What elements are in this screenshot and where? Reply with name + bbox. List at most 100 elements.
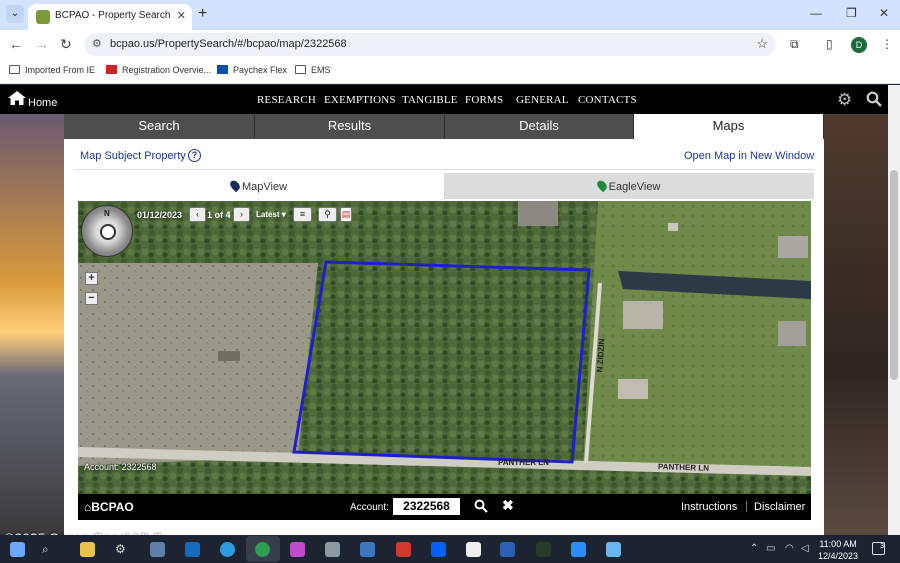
paint-icon[interactable]: [325, 542, 340, 557]
previous-image-button[interactable]: ‹: [189, 207, 206, 222]
forward-arrow-icon[interactable]: →: [35, 36, 49, 52]
zoom-in-button[interactable]: +: [85, 272, 98, 285]
account-input[interactable]: [393, 498, 460, 515]
wifi-icon[interactable]: ◠: [785, 543, 794, 554]
sunset-background-image: [0, 114, 64, 535]
chrome-icon[interactable]: [255, 542, 270, 557]
menu-kebab-icon[interactable]: ⋮: [881, 37, 893, 51]
help-app-icon[interactable]: [536, 542, 551, 557]
settings-gear-icon[interactable]: ⚙: [837, 90, 852, 110]
tab-search-icon[interactable]: ⌄: [6, 5, 24, 23]
browser-tab[interactable]: BCPAO - Property Search ✕: [28, 4, 192, 30]
new-tab-button[interactable]: +: [198, 5, 207, 23]
property-tabs: Search Results Details Maps: [64, 114, 824, 139]
street-label: PANTHER LN: [498, 458, 549, 467]
disclaimer-link[interactable]: Disclaimer: [754, 501, 805, 513]
background-image-right: [824, 114, 888, 535]
home-icon[interactable]: [8, 91, 26, 105]
bookmark-imported-from-ie[interactable]: Imported From IE: [9, 65, 95, 75]
instructions-link[interactable]: Instructions: [681, 501, 737, 513]
clear-close-icon[interactable]: ✖: [502, 497, 514, 514]
clock-time: 11:00 AM: [819, 539, 857, 549]
map-subject-property-link[interactable]: Map Subject Property: [80, 150, 186, 162]
notification-icon[interactable]: 3: [872, 542, 885, 555]
file-explorer-icon[interactable]: [80, 542, 95, 557]
nav-tangible[interactable]: TANGIBLE: [402, 94, 458, 106]
nav-forms[interactable]: FORMS: [465, 94, 503, 106]
edge-icon[interactable]: [220, 542, 235, 557]
map-account-label: Account: 2322568: [84, 462, 157, 472]
site-navbar: Home RESEARCH EXEMPTIONS TANGIBLE FORMS …: [0, 85, 888, 114]
address-bar[interactable]: ⚙ bcpao.us/PropertySearch/#/bcpao/map/23…: [84, 33, 776, 56]
taskbar-clock[interactable]: 11:00 AM 12/4/2023: [818, 538, 858, 562]
word-icon[interactable]: [500, 542, 515, 557]
nav-contacts[interactable]: CONTACTS: [578, 94, 637, 106]
eagleview-map[interactable]: N + − 01/12/2023 ‹ 1 of 4 › Latest ▾ ≡ ⚲…: [78, 201, 811, 520]
nav-research[interactable]: RESEARCH: [257, 94, 316, 106]
back-arrow-icon[interactable]: ←: [9, 36, 23, 52]
site-search-icon[interactable]: [866, 91, 882, 107]
pdf-export-icon[interactable]: ▤: [340, 207, 352, 222]
open-map-new-window-link[interactable]: Open Map in New Window: [684, 150, 814, 162]
scrollbar-thumb[interactable]: [890, 170, 898, 380]
zoom-icon[interactable]: [571, 542, 586, 557]
window-close-icon[interactable]: ✕: [879, 6, 889, 20]
next-image-button[interactable]: ›: [233, 207, 250, 222]
help-question-icon[interactable]: ?: [188, 149, 201, 162]
profile-avatar[interactable]: D: [851, 37, 867, 53]
bookmark-paychex-flex[interactable]: Paychex Flex: [217, 65, 287, 75]
map-pin-icon: [594, 178, 609, 193]
bookmark-registration-overview[interactable]: Registration Overvie...: [106, 65, 211, 75]
windows-taskbar: ⌕ ⚙ ⌃ ▭ ◠ ◁ 11:00 AM 12/4/2023 3: [0, 535, 900, 563]
bookmark-star-icon[interactable]: ☆: [756, 36, 768, 52]
compass-n-label: N: [104, 209, 110, 218]
image-page-indicator: 1 of 4: [207, 210, 231, 220]
compass-center-icon[interactable]: [100, 224, 116, 240]
bookmark-ems[interactable]: EMS: [295, 65, 331, 75]
extensions-icon[interactable]: ⧉: [790, 37, 799, 52]
restore-icon[interactable]: ❐: [846, 6, 857, 20]
network-app-icon[interactable]: [360, 542, 375, 557]
zoom-out-button[interactable]: −: [85, 292, 98, 305]
taskbar-app-icon[interactable]: [150, 542, 165, 557]
aerial-imagery[interactable]: [78, 201, 811, 494]
url-text[interactable]: bcpao.us/PropertySearch/#/bcpao/map/2322…: [110, 38, 347, 50]
outlook-icon[interactable]: [185, 542, 200, 557]
tab-results[interactable]: Results: [255, 114, 445, 139]
tab-search[interactable]: Search: [64, 114, 255, 139]
folder-icon: [295, 65, 306, 74]
battery-icon[interactable]: ▭: [766, 543, 775, 554]
site-info-icon[interactable]: ⚙: [92, 37, 102, 50]
tab-mapview[interactable]: MapView: [74, 173, 444, 199]
tray-chevron-icon[interactable]: ⌃: [750, 543, 758, 554]
acrobat-icon[interactable]: [396, 542, 411, 557]
tab-details[interactable]: Details: [445, 114, 634, 139]
layers-icon[interactable]: ≡: [293, 207, 312, 222]
minimize-icon[interactable]: —: [810, 6, 822, 20]
folder-icon: [9, 65, 20, 74]
nav-exemptions[interactable]: EXEMPTIONS: [324, 94, 396, 106]
cloud-app-icon[interactable]: [606, 542, 621, 557]
tab-maps[interactable]: Maps: [634, 114, 824, 139]
tab-close-icon[interactable]: ✕: [177, 9, 186, 22]
home-link[interactable]: Home: [28, 97, 57, 109]
nav-general[interactable]: GENERAL: [516, 94, 569, 106]
volume-icon[interactable]: ◁: [801, 543, 809, 554]
divider: [74, 169, 814, 170]
location-marker-icon[interactable]: ⚲: [318, 207, 337, 222]
latest-dropdown[interactable]: Latest ▾: [256, 210, 286, 219]
tab-eagleview[interactable]: EagleView: [444, 173, 814, 199]
imagery-date: 01/12/2023: [137, 210, 183, 220]
photos-icon[interactable]: [290, 542, 305, 557]
taskbar-search-icon[interactable]: ⌕: [42, 542, 57, 557]
reload-icon[interactable]: ↻: [60, 36, 72, 53]
dropbox-icon[interactable]: [431, 542, 446, 557]
settings-icon[interactable]: ⚙: [115, 542, 130, 557]
windows-start-icon[interactable]: [10, 542, 25, 557]
notepad-icon[interactable]: [466, 542, 481, 557]
account-search-icon[interactable]: [474, 499, 488, 513]
compass-rotate-control[interactable]: N: [81, 205, 133, 257]
browser-tabstrip: ⌄ BCPAO - Property Search ✕ + — ❐ ✕: [0, 0, 900, 30]
side-panel-icon[interactable]: ▯: [826, 37, 833, 51]
street-label: PANTHER LN: [657, 462, 710, 473]
